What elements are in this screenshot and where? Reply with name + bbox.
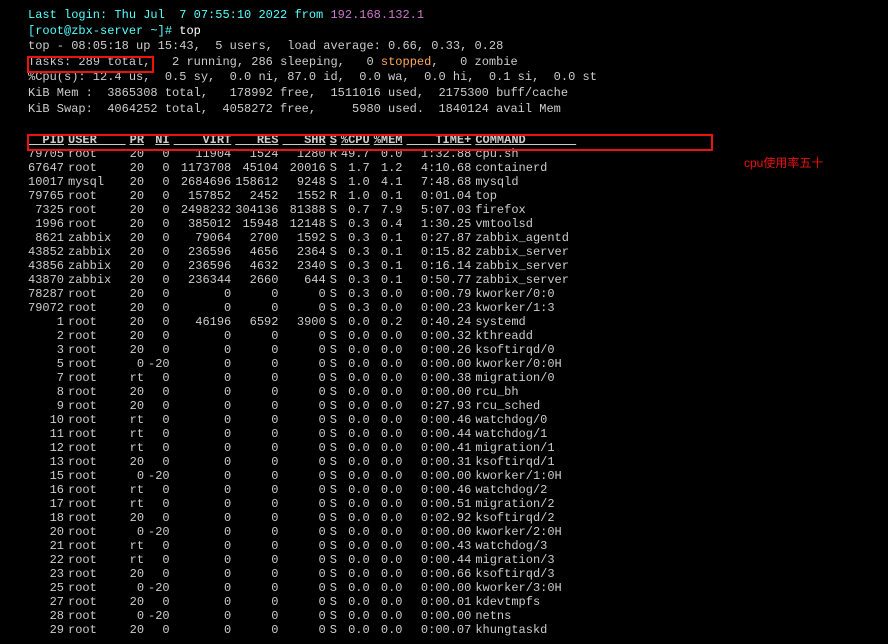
- process-row[interactable]: 10root rt 0 0 0 0S 0.0 0.0 0:00.46watchd…: [28, 413, 580, 427]
- process-row[interactable]: 12root rt 0 0 0 0S 0.0 0.0 0:00.41migrat…: [28, 441, 580, 455]
- login-line: Last login: Thu Jul 7 07:55:10 2022 from…: [28, 8, 860, 24]
- table-header-row: PIDUSER PRNI VIRT RES SHRS%CPU%MEM TIME+…: [28, 133, 580, 147]
- process-row[interactable]: 23root 20 0 0 0 0S 0.0 0.0 0:00.66ksofti…: [28, 567, 580, 581]
- col-header: %CPU: [341, 133, 374, 147]
- top-swap: KiB Swap: 4064252 total, 4058272 free, 5…: [28, 102, 860, 118]
- col-header: COMMAND: [475, 133, 580, 147]
- col-header: PR: [130, 133, 148, 147]
- col-header: RES: [235, 133, 282, 147]
- top-mem: KiB Mem : 3865308 total, 178992 free, 15…: [28, 86, 860, 102]
- process-row[interactable]: 27root 20 0 0 0 0S 0.0 0.0 0:00.01kdevtm…: [28, 595, 580, 609]
- process-row[interactable]: 3root 20 0 0 0 0S 0.0 0.0 0:00.26ksoftir…: [28, 343, 580, 357]
- process-row[interactable]: 13root 20 0 0 0 0S 0.0 0.0 0:00.31ksofti…: [28, 455, 580, 469]
- process-table[interactable]: PIDUSER PRNI VIRT RES SHRS%CPU%MEM TIME+…: [28, 133, 580, 637]
- process-row[interactable]: 11root rt 0 0 0 0S 0.0 0.0 0:00.44watchd…: [28, 427, 580, 441]
- process-row[interactable]: 43852zabbix 20 0 236596 4656 2364S 0.3 0…: [28, 245, 580, 259]
- process-row[interactable]: 28root 0-20 0 0 0S 0.0 0.0 0:00.00netns: [28, 609, 580, 623]
- prompt-line[interactable]: [root@zbx-server ~]# top: [28, 24, 860, 40]
- process-row[interactable]: 79072root 20 0 0 0 0S 0.3 0.0 0:00.23kwo…: [28, 301, 580, 315]
- col-header: %MEM: [374, 133, 407, 147]
- top-tasks: Tasks: 289 total, 2 running, 286 sleepin…: [28, 55, 860, 71]
- process-row[interactable]: 1root 20 0 46196 6592 3900S 0.0 0.2 0:40…: [28, 315, 580, 329]
- process-row[interactable]: 21root rt 0 0 0 0S 0.0 0.0 0:00.43watchd…: [28, 539, 580, 553]
- top-cpu: %Cpu(s): 12.4 us, 0.5 sy, 0.0 ni, 87.0 i…: [28, 70, 860, 86]
- col-header: PID: [28, 133, 68, 147]
- process-row[interactable]: 8root 20 0 0 0 0S 0.0 0.0 0:00.00rcu_bh: [28, 385, 580, 399]
- process-row[interactable]: 43856zabbix 20 0 236596 4632 2340S 0.3 0…: [28, 259, 580, 273]
- process-row[interactable]: 16root rt 0 0 0 0S 0.0 0.0 0:00.46watchd…: [28, 483, 580, 497]
- col-header: TIME+: [407, 133, 476, 147]
- process-row[interactable]: 8621zabbix 20 0 79064 2700 1592S 0.3 0.1…: [28, 231, 580, 245]
- process-row[interactable]: 25root 0-20 0 0 0S 0.0 0.0 0:00.00kworke…: [28, 581, 580, 595]
- process-row[interactable]: 43870zabbix 20 0 236344 2660 644S 0.3 0.…: [28, 273, 580, 287]
- col-header: SHR: [282, 133, 329, 147]
- annotation-text: cpu使用率五十: [744, 154, 823, 171]
- col-header: S: [330, 133, 341, 147]
- process-row[interactable]: 78287root 20 0 0 0 0S 0.3 0.0 0:00.79kwo…: [28, 287, 580, 301]
- process-row[interactable]: 2root 20 0 0 0 0S 0.0 0.0 0:00.32kthread…: [28, 329, 580, 343]
- process-row[interactable]: 29root 20 0 0 0 0S 0.0 0.0 0:00.07khungt…: [28, 623, 580, 637]
- process-row[interactable]: 22root rt 0 0 0 0S 0.0 0.0 0:00.44migrat…: [28, 553, 580, 567]
- process-row[interactable]: 9root 20 0 0 0 0S 0.0 0.0 0:27.93rcu_sch…: [28, 399, 580, 413]
- process-row[interactable]: 79765root 20 0 157852 2452 1552R 1.0 0.1…: [28, 189, 580, 203]
- process-row[interactable]: 5root 0-20 0 0 0S 0.0 0.0 0:00.00kworker…: [28, 357, 580, 371]
- process-row[interactable]: 20root 0-20 0 0 0S 0.0 0.0 0:00.00kworke…: [28, 525, 580, 539]
- process-row[interactable]: 79705root 20 0 11904 1524 1280R49.7 0.0 …: [28, 147, 580, 161]
- process-row[interactable]: 7325root 20 0 2498232304136 81388S 0.7 7…: [28, 203, 580, 217]
- top-summary-1: top - 08:05:18 up 15:43, 5 users, load a…: [28, 39, 860, 55]
- process-row[interactable]: 17root rt 0 0 0 0S 0.0 0.0 0:00.51migrat…: [28, 497, 580, 511]
- blank-line: [28, 117, 860, 133]
- col-header: NI: [148, 133, 174, 147]
- process-row[interactable]: 67647root 20 0 1173708 45104 20016S 1.7 …: [28, 161, 580, 175]
- process-row[interactable]: 1996root 20 0 385012 15948 12148S 0.3 0.…: [28, 217, 580, 231]
- process-row[interactable]: 10017mysql 20 0 2684696158612 9248S 1.0 …: [28, 175, 580, 189]
- process-row[interactable]: 7root rt 0 0 0 0S 0.0 0.0 0:00.38migrati…: [28, 371, 580, 385]
- col-header: VIRT: [174, 133, 236, 147]
- col-header: USER: [68, 133, 130, 147]
- process-row[interactable]: 18root 20 0 0 0 0S 0.0 0.0 0:02.92ksofti…: [28, 511, 580, 525]
- process-row[interactable]: 15root 0-20 0 0 0S 0.0 0.0 0:00.00kworke…: [28, 469, 580, 483]
